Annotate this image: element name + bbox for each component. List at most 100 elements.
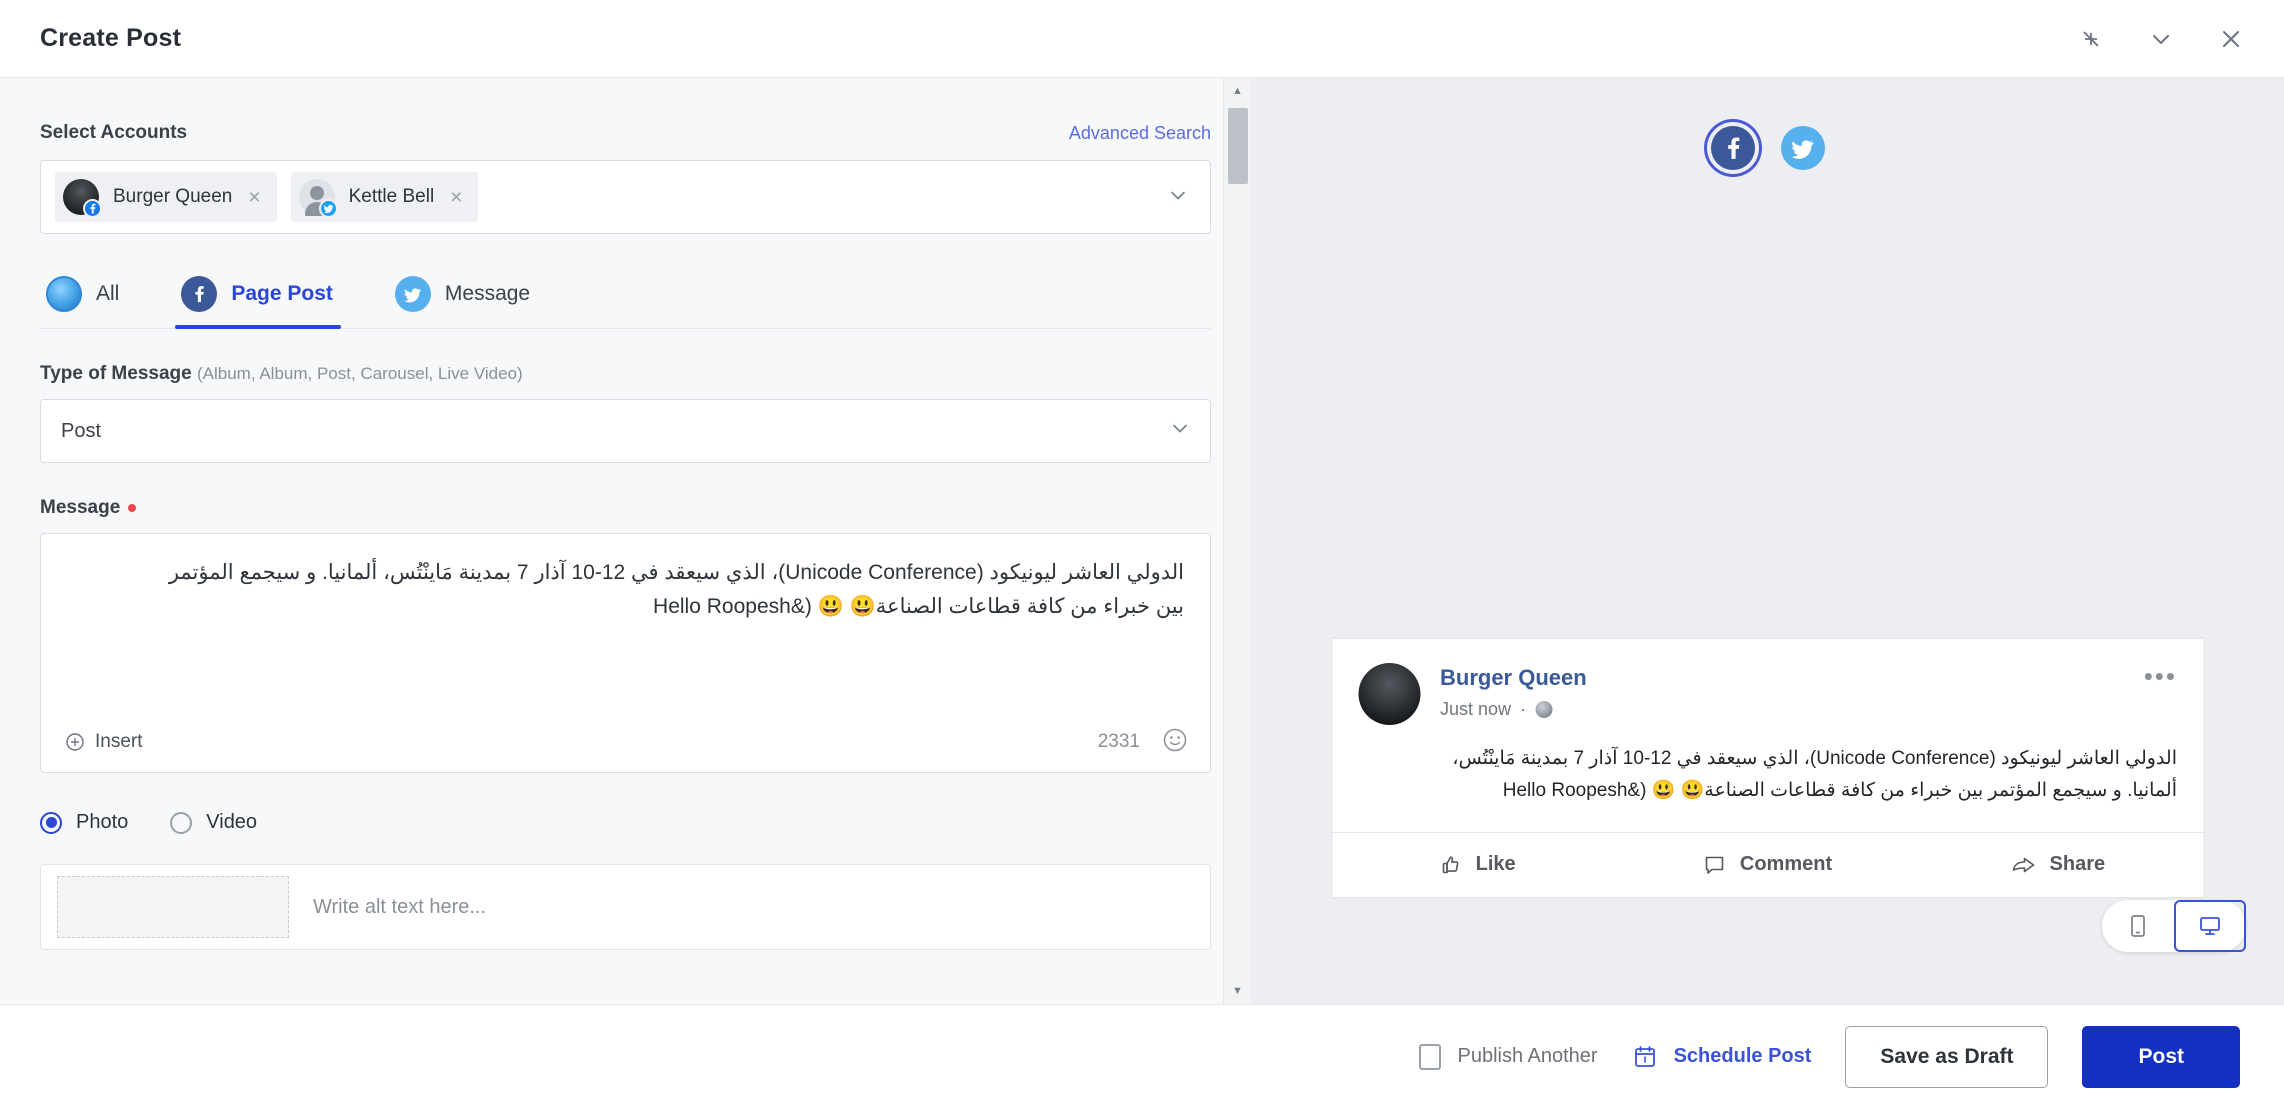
post-timestamp-row: Just now · xyxy=(1440,699,1587,720)
post-time: Just now xyxy=(1440,699,1512,719)
radio-label: Photo xyxy=(76,811,129,833)
collapse-icon[interactable] xyxy=(2074,22,2108,56)
compose-panel: Select Accounts Advanced Search Burger Q… xyxy=(0,78,1251,1004)
preview-network-switcher xyxy=(1710,126,1825,170)
post-preview-card: Burger Queen Just now · ••• الدولي العاش… xyxy=(1331,638,2204,898)
tab-message[interactable]: Message xyxy=(389,266,564,328)
page-title: Create Post xyxy=(40,24,182,52)
post-actions: Like Comment Share xyxy=(1332,831,2203,897)
device-preview-toggle xyxy=(2102,900,2246,952)
account-name: Kettle Bell xyxy=(348,186,435,207)
save-as-draft-button[interactable]: Save as Draft xyxy=(1845,1025,2049,1088)
type-of-message-block: Type of Message (Album, Album, Post, Car… xyxy=(40,363,1211,463)
share-label: Share xyxy=(2049,853,2106,876)
select-accounts-label: Select Accounts xyxy=(40,122,188,143)
alt-text-input[interactable]: Write alt text here... xyxy=(313,896,486,919)
dialog-body: Select Accounts Advanced Search Burger Q… xyxy=(0,78,2284,1004)
mobile-icon xyxy=(2131,915,2145,937)
message-text-line-2: بين خبراء من كافة قطاعات الصناعة😃 😃 (&He… xyxy=(653,595,1184,619)
facebook-icon[interactable] xyxy=(1710,126,1755,170)
publish-another-label: Publish Another xyxy=(1457,1045,1598,1067)
message-toolbar: Insert 2331 xyxy=(41,712,1210,772)
message-label-text: Message xyxy=(40,497,121,518)
scroll-up-arrow-icon[interactable]: ▲ xyxy=(1224,78,1251,104)
desktop-preview-button[interactable] xyxy=(2174,900,2246,952)
close-icon[interactable] xyxy=(2214,22,2248,56)
facebook-icon xyxy=(181,276,218,312)
radio-indicator xyxy=(40,811,62,834)
account-chip-list: Burger Queen × Kettle Bell × xyxy=(55,172,479,222)
account-name: Burger Queen xyxy=(113,186,233,207)
character-counter: 2331 xyxy=(1097,731,1140,752)
type-of-message-select[interactable]: Post xyxy=(40,399,1211,463)
tab-label: Page Post xyxy=(231,282,333,305)
mobile-preview-button[interactable] xyxy=(2102,900,2174,952)
create-post-dialog: Create Post Select Accounts Advanced Sea… xyxy=(0,0,2284,1108)
scroll-down-arrow-icon[interactable]: ▼ xyxy=(1224,978,1251,1004)
comment-label: Comment xyxy=(1739,853,1833,876)
share-icon xyxy=(2012,857,2035,872)
schedule-post-label: Schedule Post xyxy=(1673,1045,1812,1067)
chevron-down-icon[interactable] xyxy=(2144,22,2178,56)
post-header: Burger Queen Just now · ••• xyxy=(1332,639,2203,725)
avatar xyxy=(63,179,102,218)
message-counter-group: 2331 xyxy=(1098,727,1188,758)
type-of-message-label: Type of Message (Album, Album, Post, Car… xyxy=(40,363,1211,385)
tab-label: Message xyxy=(444,282,531,305)
post-text-line-1: الدولي العاشر ليونيكود (Unicode Conferen… xyxy=(1452,748,2177,769)
compose-scrollbar[interactable]: ▲ ▼ xyxy=(1223,78,1251,1004)
twitter-icon xyxy=(318,199,338,218)
twitter-icon[interactable] xyxy=(1780,126,1825,170)
message-editor[interactable]: الدولي العاشر ليونيكود (Unicode Conferen… xyxy=(40,533,1211,773)
thumbs-up-icon xyxy=(1442,855,1459,873)
tab-label: All xyxy=(96,282,120,305)
remove-account-icon[interactable]: × xyxy=(246,187,262,208)
preview-panel: Burger Queen Just now · ••• الدولي العاش… xyxy=(1251,78,2284,1004)
publish-another-checkbox[interactable]: Publish Another xyxy=(1419,1043,1598,1070)
account-chip[interactable]: Kettle Bell × xyxy=(290,172,479,222)
radio-indicator xyxy=(170,811,193,834)
dialog-footer: Publish Another Schedule Post Save as Dr… xyxy=(0,1004,2284,1108)
account-chip[interactable]: Burger Queen × xyxy=(55,172,277,222)
insert-button[interactable]: Insert xyxy=(65,731,143,753)
checkbox-indicator xyxy=(1419,1043,1442,1070)
network-tabs: All Page Post Message xyxy=(40,266,1211,329)
message-input[interactable]: الدولي العاشر ليونيكود (Unicode Conferen… xyxy=(41,534,1210,712)
post-text-line-2: ألمانيا. و سيجمع المؤتمر بين خبراء من كا… xyxy=(1502,780,2177,802)
tab-all[interactable]: All xyxy=(40,266,153,328)
post-author[interactable]: Burger Queen xyxy=(1440,665,1587,691)
media-thumbnail-placeholder[interactable] xyxy=(57,876,289,938)
scrollbar-thumb[interactable] xyxy=(1228,108,1248,184)
like-button[interactable]: Like xyxy=(1332,833,1622,897)
media-type-radios: Photo Video xyxy=(40,811,1211,834)
post-meta: Burger Queen Just now · xyxy=(1440,663,1587,720)
alt-text-row: Write alt text here... xyxy=(40,864,1211,950)
comment-icon xyxy=(1706,856,1724,874)
chevron-down-icon[interactable] xyxy=(1166,183,1196,212)
twitter-icon xyxy=(394,276,431,312)
type-of-message-title: Type of Message xyxy=(40,363,192,384)
advanced-search-link[interactable]: Advanced Search xyxy=(1069,123,1211,144)
separator: · xyxy=(1520,699,1527,719)
select-accounts-field[interactable]: Burger Queen × Kettle Bell × xyxy=(40,160,1211,234)
post-button[interactable]: Post xyxy=(2082,1025,2240,1088)
tab-page-post[interactable]: Page Post xyxy=(175,266,367,329)
radio-video[interactable]: Video xyxy=(170,811,257,834)
post-menu-icon[interactable]: ••• xyxy=(2144,661,2177,692)
required-indicator xyxy=(128,503,137,512)
facebook-icon xyxy=(83,199,102,218)
emoji-icon[interactable] xyxy=(1162,727,1188,758)
schedule-post-button[interactable]: Schedule Post xyxy=(1632,1044,1812,1070)
remove-account-icon[interactable]: × xyxy=(448,187,464,208)
message-block: Message الدولي العاشر ليونيكود (Unicode … xyxy=(40,497,1211,773)
globe-icon xyxy=(1535,701,1553,718)
desktop-icon xyxy=(2200,917,2220,935)
chevron-down-icon[interactable] xyxy=(1168,416,1192,446)
avatar xyxy=(298,179,338,218)
share-button[interactable]: Share xyxy=(1913,833,2203,897)
radio-photo[interactable]: Photo xyxy=(40,811,128,834)
insert-label: Insert xyxy=(95,731,143,752)
comment-button[interactable]: Comment xyxy=(1622,833,1912,897)
radio-label: Video xyxy=(206,811,258,833)
like-label: Like xyxy=(1475,853,1516,876)
